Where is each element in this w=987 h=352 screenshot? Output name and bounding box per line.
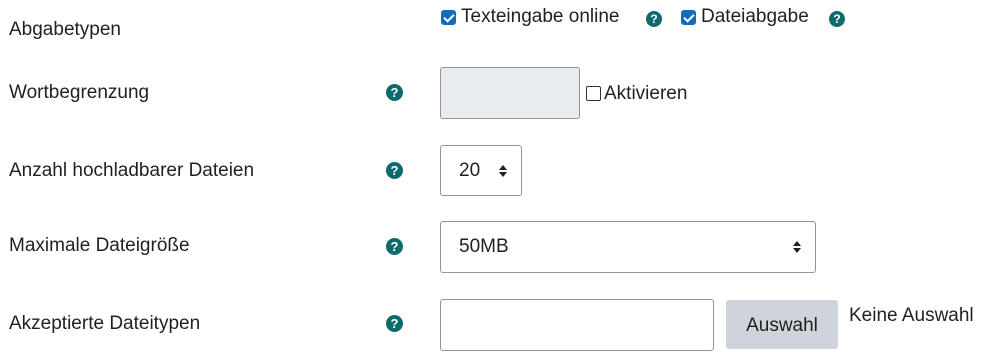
max-size-select[interactable]: 50MB — [440, 221, 816, 273]
max-files-selected-value: 20 — [459, 159, 481, 181]
word-limit-help-icon[interactable]: ? — [386, 84, 403, 101]
file-submission-help-icon[interactable]: ? — [829, 11, 845, 27]
word-limit-enable-checkbox[interactable] — [586, 86, 601, 101]
submission-types-label: Abgabetypen — [9, 19, 121, 40]
select-arrows-icon — [793, 241, 801, 253]
accepted-types-label: Akzeptierte Dateitypen — [9, 313, 201, 334]
accepted-types-input[interactable] — [440, 299, 714, 351]
file-submission-checkbox[interactable] — [681, 10, 696, 25]
max-size-help-icon[interactable]: ? — [386, 238, 403, 255]
max-files-select[interactable]: 20 — [440, 145, 522, 196]
word-limit-label: Wortbegrenzung — [9, 82, 150, 103]
word-limit-input[interactable] — [440, 67, 580, 119]
max-size-label: Maximale Dateigröße — [9, 235, 190, 256]
max-files-help-icon[interactable]: ? — [386, 162, 403, 179]
word-limit-enable-label[interactable]: Aktivieren — [604, 83, 687, 105]
online-text-help-icon[interactable]: ? — [646, 11, 662, 27]
select-arrows-icon — [499, 164, 507, 177]
file-types-status: Keine Auswahl — [849, 305, 974, 326]
max-files-label: Anzahl hochladbarer Dateien — [9, 160, 255, 181]
accepted-types-help-icon[interactable]: ? — [386, 315, 403, 332]
online-text-checkbox[interactable] — [441, 10, 456, 25]
choose-file-types-button[interactable]: Auswahl — [726, 300, 838, 349]
max-size-selected-value: 50MB — [459, 236, 509, 257]
file-submission-label[interactable]: Dateiabgabe — [701, 6, 809, 28]
online-text-label[interactable]: Texteingabe online — [461, 6, 619, 28]
